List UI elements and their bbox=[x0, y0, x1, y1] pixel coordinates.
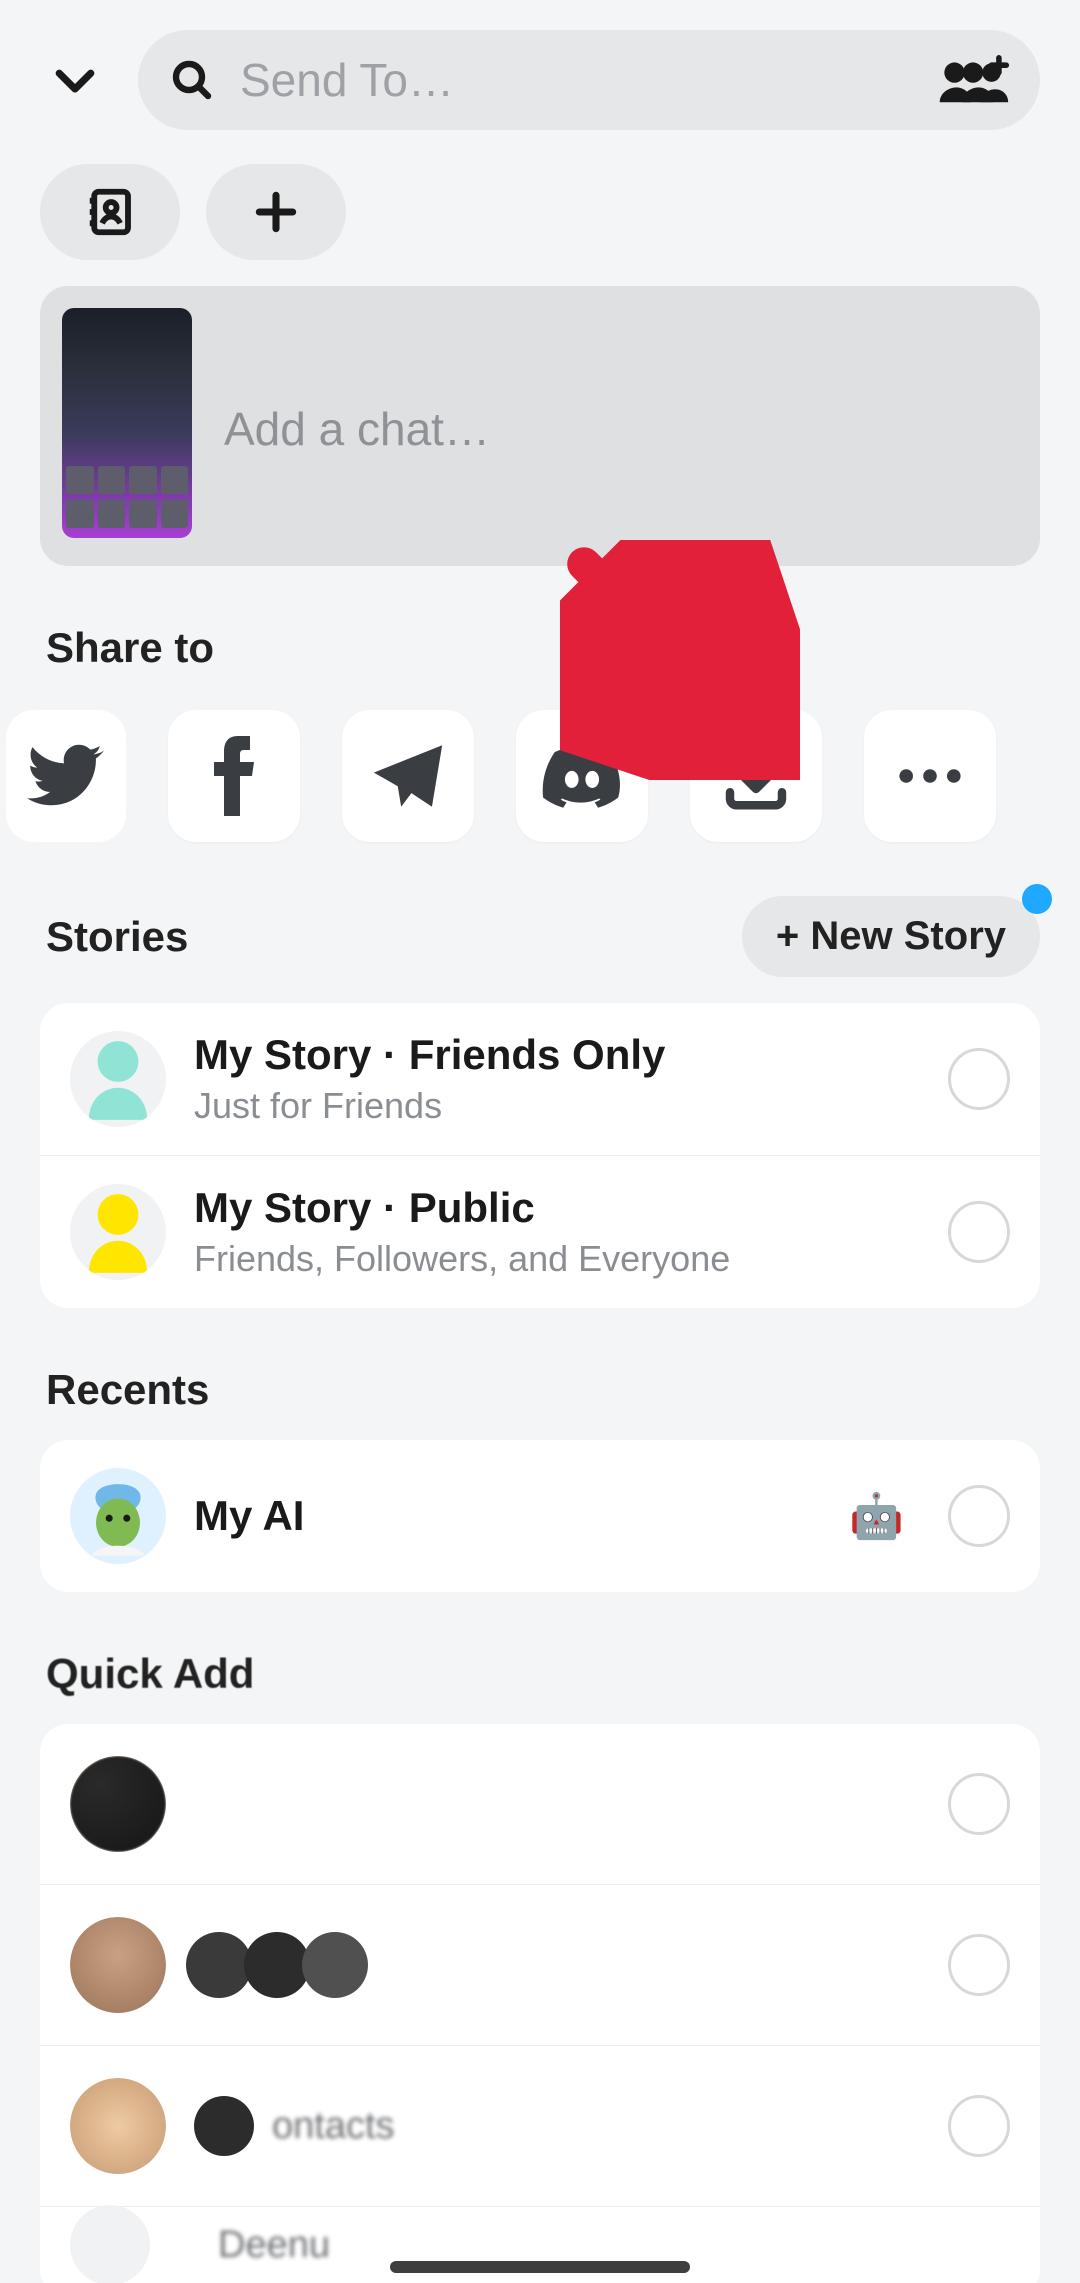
new-story-button[interactable]: + New Story bbox=[742, 896, 1040, 977]
search-icon bbox=[168, 56, 216, 104]
story-avatar bbox=[70, 1184, 166, 1280]
contacts-button[interactable] bbox=[40, 164, 180, 260]
story-row-friends[interactable]: My Story · Friends Only Just for Friends bbox=[40, 1003, 1040, 1155]
story-select-radio[interactable] bbox=[948, 1201, 1010, 1263]
robot-emoji-icon: 🤖 bbox=[849, 1490, 904, 1542]
quickadd-row[interactable] bbox=[40, 1724, 1040, 1884]
search-input[interactable] bbox=[216, 53, 936, 107]
recent-row-myai[interactable]: My AI 🤖 bbox=[40, 1440, 1040, 1592]
add-button[interactable] bbox=[206, 164, 346, 260]
chat-input[interactable] bbox=[224, 308, 1018, 544]
download-icon bbox=[717, 737, 795, 815]
share-download[interactable] bbox=[690, 710, 822, 842]
quickadd-select-radio[interactable] bbox=[948, 1773, 1010, 1835]
myai-avatar bbox=[70, 1468, 166, 1564]
home-indicator bbox=[390, 2261, 690, 2273]
share-telegram[interactable] bbox=[342, 710, 474, 842]
discord-icon bbox=[541, 735, 623, 817]
story-sub: Friends, Followers, and Everyone bbox=[194, 1238, 920, 1280]
share-more[interactable] bbox=[864, 710, 996, 842]
new-story-label: + New Story bbox=[776, 914, 1006, 958]
story-sub: Just for Friends bbox=[194, 1085, 920, 1127]
quickadd-select-radio[interactable] bbox=[948, 2095, 1010, 2157]
add-friends-icon[interactable] bbox=[936, 52, 1010, 108]
share-facebook[interactable] bbox=[168, 710, 300, 842]
story-title: My Story · Public bbox=[194, 1184, 920, 1232]
recent-title: My AI bbox=[194, 1492, 821, 1540]
quickadd-avatar bbox=[70, 2078, 166, 2174]
telegram-icon bbox=[367, 735, 449, 817]
address-book-icon bbox=[83, 185, 137, 239]
quickadd-avatar bbox=[70, 1917, 166, 2013]
add-chat-card[interactable] bbox=[40, 286, 1040, 566]
recents-list: My AI 🤖 bbox=[40, 1440, 1040, 1592]
quickadd-select-radio[interactable] bbox=[948, 1934, 1010, 1996]
quickadd-list: ontacts Deenu bbox=[40, 1724, 1040, 2283]
notification-dot-icon bbox=[1022, 884, 1052, 914]
quickadd-row[interactable] bbox=[40, 1885, 1040, 2045]
dismiss-chevron[interactable] bbox=[40, 45, 110, 115]
share-discord[interactable] bbox=[516, 710, 648, 842]
stories-list: My Story · Friends Only Just for Friends… bbox=[40, 1003, 1040, 1308]
facebook-icon bbox=[204, 736, 264, 816]
snap-thumbnail[interactable] bbox=[62, 308, 192, 538]
story-avatar bbox=[70, 1031, 166, 1127]
story-row-public[interactable]: My Story · Public Friends, Followers, an… bbox=[40, 1156, 1040, 1308]
quickadd-heading: Quick Add bbox=[46, 1650, 1040, 1698]
quickadd-avatar bbox=[70, 2205, 150, 2283]
chevron-down-icon bbox=[48, 53, 102, 107]
quickadd-row[interactable]: ontacts bbox=[40, 2046, 1040, 2206]
search-bar[interactable] bbox=[138, 30, 1040, 130]
quickadd-fragment: ontacts bbox=[272, 2105, 395, 2148]
quickadd-fragment: Deenu bbox=[218, 2224, 330, 2266]
plus-icon bbox=[251, 187, 301, 237]
share-heading: Share to bbox=[46, 624, 1040, 672]
quickadd-avatar bbox=[70, 1756, 166, 1852]
recents-heading: Recents bbox=[46, 1366, 1040, 1414]
twitter-icon bbox=[27, 737, 105, 815]
recent-select-radio[interactable] bbox=[948, 1485, 1010, 1547]
share-twitter[interactable] bbox=[6, 710, 126, 842]
more-icon bbox=[896, 766, 964, 786]
stories-heading: Stories bbox=[46, 913, 188, 961]
story-title: My Story · Friends Only bbox=[194, 1031, 920, 1079]
story-select-radio[interactable] bbox=[948, 1048, 1010, 1110]
